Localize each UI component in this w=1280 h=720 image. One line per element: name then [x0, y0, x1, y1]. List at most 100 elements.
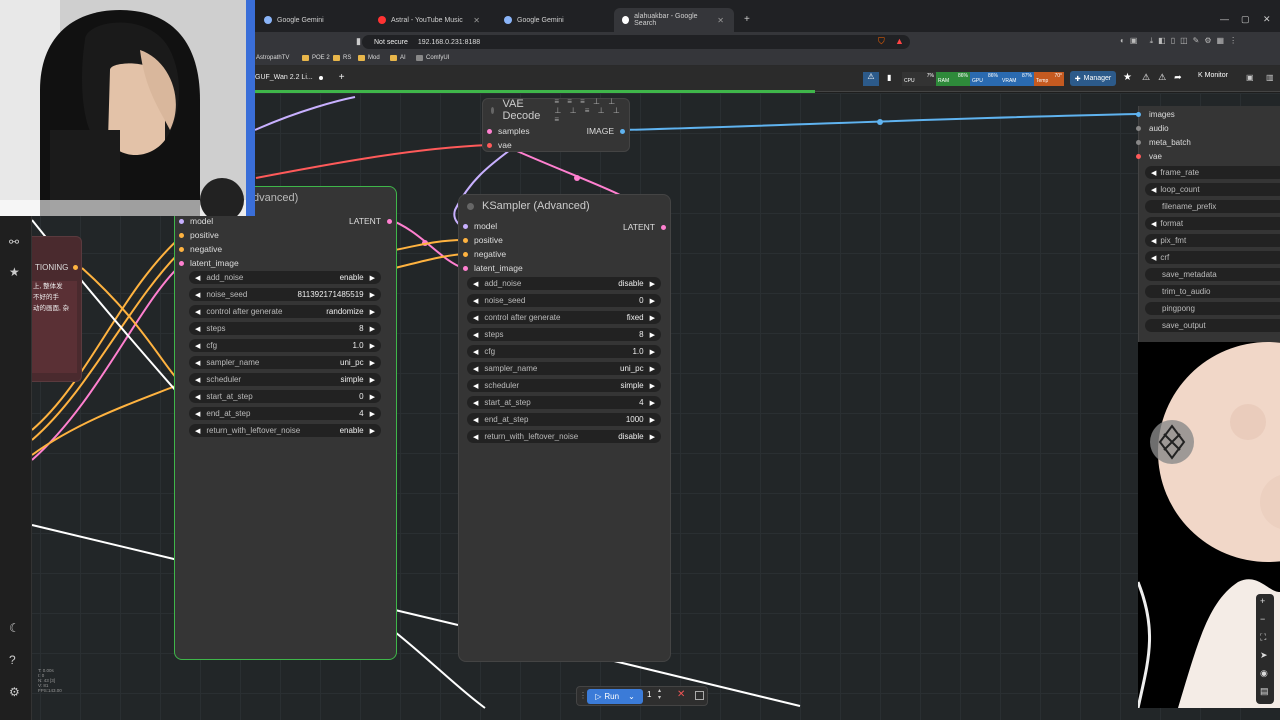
arrow-left-icon[interactable]: ◀	[473, 280, 478, 288]
input-latent-image[interactable]: latent_image	[179, 258, 239, 268]
arrow-right-icon[interactable]: ▶	[650, 382, 655, 390]
arrow-right-icon[interactable]: ▶	[370, 342, 375, 350]
close-icon[interactable]: ✕	[717, 16, 724, 25]
arrow-left-icon[interactable]: ◀	[195, 308, 200, 316]
widget-sampler-name[interactable]: ◀ sampler_name uni_pc ▶	[467, 362, 661, 375]
slot-dot-icon[interactable]	[463, 265, 468, 271]
slot-dot-icon[interactable]	[463, 251, 468, 257]
widget-crf[interactable]: ◀ crf	[1145, 251, 1280, 264]
favorites-icon[interactable]: ★	[9, 265, 20, 279]
eye-icon[interactable]: ◉	[1260, 668, 1268, 679]
slot-dot-icon[interactable]	[661, 224, 666, 230]
widget-start-at-step[interactable]: ◀ start_at_step 4 ▶	[467, 396, 661, 409]
slot-dot-icon[interactable]	[387, 218, 392, 224]
widget-cfg[interactable]: ◀ cfg 1.0 ▶	[189, 339, 381, 352]
output-latent[interactable]: LATENT	[623, 222, 666, 232]
input-vae[interactable]: vae	[1136, 152, 1162, 161]
arrow-left-icon[interactable]: ◀	[1151, 254, 1156, 262]
batch-count-input[interactable]: 1	[647, 690, 651, 699]
input-negative[interactable]: negative	[463, 249, 506, 259]
widget-trim-to-audio[interactable]: trim_to_audio	[1145, 285, 1280, 298]
conditioning-node[interactable]: TIONING 上, 整体发 不好的手 动的画面, 杂	[30, 236, 82, 382]
widget-end-at-step[interactable]: ◀ end_at_step 4 ▶	[189, 407, 381, 420]
arrow-left-icon[interactable]: ◀	[473, 314, 478, 322]
model-library-icon[interactable]: ⚯	[9, 235, 19, 249]
widget-loop-count[interactable]: ◀ loop_count	[1145, 183, 1280, 196]
arrow-left-icon[interactable]: ◀	[473, 399, 478, 407]
arrow-left-icon[interactable]: ◀	[1151, 186, 1156, 194]
arrow-right-icon[interactable]: ▶	[650, 314, 655, 322]
bookmark-item[interactable]: POE 2	[302, 55, 330, 61]
widget-end-at-step[interactable]: ◀ end_at_step 1000 ▶	[467, 413, 661, 426]
arrow-left-icon[interactable]: ◀	[195, 427, 200, 435]
arrow-left-icon[interactable]: ◀	[195, 325, 200, 333]
node-title[interactable]: VAE Decode ≡ ≡ ≡ ⊥ ⊥ ⊥ ⊥ ≡ ⊥ ⊥ ≡	[483, 97, 629, 124]
input-latent-image[interactable]: latent_image	[463, 263, 523, 273]
widget-save-output[interactable]: save_output	[1145, 319, 1280, 332]
slot-dot-icon[interactable]	[179, 232, 184, 238]
output-image[interactable]: IMAGE	[587, 126, 625, 136]
collapse-dot-icon[interactable]	[467, 202, 474, 210]
widget-frame-rate[interactable]: ◀ frame_rate	[1145, 166, 1280, 179]
arrow-left-icon[interactable]: ◀	[473, 297, 478, 305]
widget-scheduler[interactable]: ◀ scheduler simple ▶	[467, 379, 661, 392]
slot-dot-icon[interactable]	[179, 260, 184, 266]
bookmark-item[interactable]: AI	[390, 55, 406, 61]
browser-tab[interactable]: Astral - YouTube Music ✕	[370, 8, 490, 32]
input-meta-batch[interactable]: meta_batch	[1136, 138, 1191, 147]
widget-control-after-generate[interactable]: ◀ control after generate fixed ▶	[467, 311, 661, 324]
collapse-dot-icon[interactable]	[491, 106, 495, 114]
arrow-right-icon[interactable]: ▶	[370, 410, 375, 418]
vae-decode-node[interactable]: VAE Decode ≡ ≡ ≡ ⊥ ⊥ ⊥ ⊥ ≡ ⊥ ⊥ ≡ samples…	[482, 97, 630, 152]
slot-dot-icon[interactable]	[463, 237, 468, 243]
brave-shield-icon[interactable]: ⛉	[878, 36, 885, 47]
widget-add-noise[interactable]: ◀ add_noise disable ▶	[467, 277, 661, 290]
run-button[interactable]: ▷ Run ⌄	[587, 689, 643, 704]
arrow-right-icon[interactable]: ▶	[650, 280, 655, 288]
arrow-right-icon[interactable]: ▶	[370, 376, 375, 384]
rewards-icon[interactable]: ▲	[895, 36, 904, 46]
close-window-icon[interactable]: ✕	[1263, 14, 1271, 25]
node-title[interactable]: KSampler (Advanced)	[459, 195, 670, 217]
browser-tab[interactable]: Google Gemini	[496, 8, 616, 32]
arrow-left-icon[interactable]: ◀	[473, 416, 478, 424]
prompt-textarea[interactable]: 上, 整体发 不好的手 动的画面, 杂	[31, 281, 77, 373]
input-images[interactable]: images	[1136, 110, 1175, 119]
browser-tab[interactable]: Google Gemini	[256, 8, 376, 32]
monitor-button[interactable]: K Monitor	[1198, 72, 1228, 79]
address-bar[interactable]: Not secure 192.168.0.231:8188	[362, 35, 910, 49]
arrow-left-icon[interactable]: ◀	[195, 274, 200, 282]
arrow-left-icon[interactable]: ◀	[1151, 220, 1156, 228]
input-negative[interactable]: negative	[179, 244, 222, 254]
widget-control-after-generate[interactable]: ◀ control after generate randomize ▶	[189, 305, 381, 318]
chevron-down-icon[interactable]: ⌄	[628, 692, 635, 701]
bookmark-item[interactable]: Mod	[358, 55, 380, 61]
arrow-left-icon[interactable]: ◀	[473, 382, 478, 390]
arrow-left-icon[interactable]: ◀	[1151, 169, 1156, 177]
arrow-right-icon[interactable]: ▶	[650, 365, 655, 373]
browser-tab-active[interactable]: alahuakbar - Google Search ✕	[614, 8, 734, 32]
arrow-left-icon[interactable]: ◀	[473, 365, 478, 373]
slot-dot-icon[interactable]	[1136, 112, 1141, 117]
widget-filename-prefix[interactable]: filename_prefix	[1145, 200, 1280, 213]
widget-save-metadata[interactable]: save_metadata	[1145, 268, 1280, 281]
minimize-icon[interactable]: —	[1220, 14, 1229, 24]
slot-dot-icon[interactable]	[73, 265, 78, 270]
arrow-right-icon[interactable]: ▶	[650, 297, 655, 305]
graph-icon[interactable]: ⚠	[863, 72, 879, 86]
input-samples[interactable]: samples	[487, 126, 530, 136]
ksampler-advanced-node-left[interactable]: dvanced) LATENT model positive negative lat…	[174, 186, 397, 660]
arrow-left-icon[interactable]: ◀	[195, 376, 200, 384]
slot-dot-icon[interactable]	[487, 128, 492, 134]
arrow-right-icon[interactable]: ▶	[650, 399, 655, 407]
arrow-right-icon[interactable]: ▶	[370, 274, 375, 282]
arrow-right-icon[interactable]: ▶	[650, 348, 655, 356]
widget-pingpong[interactable]: pingpong	[1145, 302, 1280, 315]
input-model[interactable]: model	[179, 216, 213, 226]
arrow-right-icon[interactable]: ▶	[650, 416, 655, 424]
slot-dot-icon[interactable]	[487, 142, 492, 148]
arrow-left-icon[interactable]: ◀	[473, 331, 478, 339]
widget-scheduler[interactable]: ◀ scheduler simple ▶	[189, 373, 381, 386]
output-latent[interactable]: LATENT	[349, 216, 392, 226]
pin-icon[interactable]: ▮	[887, 73, 891, 82]
